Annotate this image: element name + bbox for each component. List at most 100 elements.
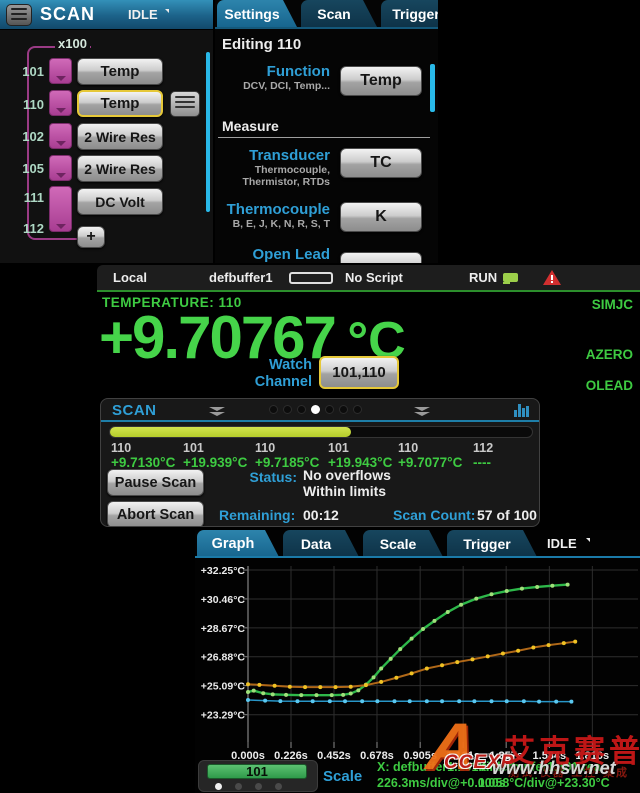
- collapse-chevron-icon[interactable]: [414, 407, 430, 415]
- channel-number: 105: [0, 161, 44, 176]
- measure-section-label: Measure: [222, 118, 279, 134]
- pause-scan-button[interactable]: Pause Scan: [107, 469, 204, 496]
- transducer-sublabel: Thermocouple, Thermistor, RTDs: [215, 164, 330, 188]
- scan-reading-cell: 112 ----: [473, 441, 493, 470]
- graph-idle-status: IDLE: [547, 536, 577, 551]
- watch-label-line2: Channel: [207, 374, 312, 391]
- channel-marker-span[interactable]: [49, 186, 72, 232]
- transducer-label: Transducer: [215, 147, 330, 164]
- channel-marker[interactable]: [49, 123, 72, 149]
- instrument-statusbar: Local defbuffer1 No Script RUN: [97, 265, 640, 290]
- run-indicator-icon: [503, 273, 518, 282]
- transducer-value-button[interactable]: TC: [340, 148, 422, 178]
- function-label-block: Function DCV, DCI, Temp...: [215, 63, 330, 92]
- thermocouple-label: Thermocouple: [215, 201, 330, 218]
- scan-reading-cell: 110 +9.7130°C: [111, 441, 175, 470]
- cell-channel: 110: [255, 441, 319, 455]
- scan-status-value: No overflows Within limits: [303, 467, 391, 499]
- menu-icon[interactable]: [6, 4, 32, 26]
- cell-value: +9.7130°C: [111, 455, 175, 470]
- svg-text:+32.25°C: +32.25°C: [201, 565, 246, 577]
- panel-a-scrollbar[interactable]: [206, 52, 210, 212]
- cell-channel: 110: [111, 441, 175, 455]
- watch-channel-button[interactable]: 101,110: [319, 356, 399, 389]
- cell-channel: 110: [398, 441, 462, 455]
- function-value-button[interactable]: Temp: [340, 66, 422, 96]
- tab-settings[interactable]: Settings: [217, 0, 297, 27]
- svg-text:+26.88°C: +26.88°C: [201, 652, 246, 664]
- transducer-label-block: Transducer Thermocouple, Thermistor, RTD…: [215, 147, 330, 188]
- cell-channel: 101: [328, 441, 392, 455]
- warning-icon[interactable]: [543, 270, 561, 285]
- run-status-label: RUN: [469, 270, 497, 285]
- channel-options-icon[interactable]: [170, 91, 200, 117]
- tab-label: Trigger: [463, 536, 510, 552]
- run-indicator-stem: [503, 282, 510, 284]
- channel-function-button[interactable]: 2 Wire Res: [77, 123, 163, 150]
- thermocouple-value-button[interactable]: K: [340, 202, 422, 232]
- thermocouple-sublabel: B, E, J, K, N, R, S, T: [215, 218, 330, 230]
- tab-label: Settings: [224, 6, 279, 22]
- channel-number: 101: [0, 64, 44, 79]
- scan-status-line1: No overflows: [303, 467, 391, 483]
- annunciator-simjc: SIMJC: [537, 297, 633, 312]
- panel-a-title: SCAN: [40, 4, 95, 25]
- abort-scan-button[interactable]: Abort Scan: [107, 501, 204, 527]
- open-lead-label: Open Lead: [215, 246, 330, 263]
- swipe-pager-dots[interactable]: [269, 405, 362, 414]
- tab-trigger[interactable]: Trigger: [381, 0, 438, 27]
- annunciator-olead: OLEAD: [537, 378, 633, 393]
- channel-function-button-selected[interactable]: Temp: [77, 90, 163, 117]
- channel-number: 111: [0, 190, 44, 205]
- add-channel-button[interactable]: +: [77, 226, 105, 248]
- remaining-value: 00:12: [303, 507, 339, 523]
- tab-label: Scale: [380, 536, 417, 552]
- svg-text:+28.67°C: +28.67°C: [201, 623, 246, 635]
- svg-text:+30.46°C: +30.46°C: [201, 594, 246, 606]
- tab-label: Scan: [317, 6, 350, 22]
- scan-subpanel-title: SCAN: [112, 402, 157, 419]
- tab-scan[interactable]: Scan: [301, 0, 377, 27]
- tab-scale[interactable]: Scale: [363, 530, 443, 557]
- trace-chip[interactable]: 101: [207, 764, 307, 779]
- watch-channel-label: Watch Channel: [207, 357, 312, 391]
- channel-marker[interactable]: [49, 90, 72, 116]
- watch-label-line1: Watch: [207, 357, 312, 374]
- function-label: Function: [215, 63, 330, 80]
- comm-mode-label: Local: [113, 270, 147, 285]
- tab-graph[interactable]: Graph: [197, 530, 279, 557]
- trace-pager-dots[interactable]: [215, 783, 282, 790]
- scan-reading-cell: 101 +19.943°C: [328, 441, 392, 470]
- svg-text:+23.29°C: +23.29°C: [201, 710, 246, 722]
- svg-text:0.452s: 0.452s: [317, 750, 351, 762]
- channel-marker[interactable]: [49, 155, 72, 181]
- scan-reading-cell: 101 +19.939°C: [183, 441, 247, 470]
- scan-status-line2: Within limits: [303, 483, 391, 499]
- watermark-url: www.hhsw.net: [492, 758, 616, 779]
- statusbar-green-rule: [97, 290, 640, 292]
- channel-marker[interactable]: [49, 58, 72, 84]
- channel-number: 102: [0, 129, 44, 144]
- composite-screenshot: SCAN IDLE x100 101 Temp 110 Temp 102 2 W…: [0, 0, 640, 793]
- tab-trigger-graph[interactable]: Trigger: [447, 530, 537, 557]
- script-status-label: No Script: [345, 270, 403, 285]
- tabbar-underline: [215, 27, 438, 29]
- panel-a-idle-status: IDLE: [128, 7, 158, 22]
- tab-label: Data: [301, 536, 331, 552]
- panel-b-scrollbar[interactable]: [430, 64, 435, 112]
- settings-panel: Settings Scan Trigger Editing 110 Functi…: [215, 0, 438, 264]
- channel-function-button[interactable]: DC Volt: [77, 188, 163, 215]
- channel-function-button[interactable]: 2 Wire Res: [77, 155, 163, 182]
- graph-shortcut-icon[interactable]: [514, 404, 532, 417]
- collapse-chevron-icon[interactable]: [209, 407, 225, 415]
- cell-value: +9.7077°C: [398, 455, 462, 470]
- watermark: A CCEXP 艾克赛普 测试·仪器·工控·集成 www.hhsw.net: [420, 712, 640, 793]
- measure-home-panel: Local defbuffer1 No Script RUN TEMPERATU…: [97, 263, 640, 530]
- scale-shortcut-label[interactable]: Scale: [323, 768, 362, 785]
- trace-chip-widget[interactable]: 101: [198, 760, 318, 792]
- cell-value: +19.939°C: [183, 455, 247, 470]
- channel-function-button[interactable]: Temp: [77, 58, 163, 85]
- channel-setup-panel: SCAN IDLE x100 101 Temp 110 Temp 102 2 W…: [0, 0, 213, 263]
- active-buffer-label: defbuffer1: [209, 270, 273, 285]
- scan-status-label: Status:: [211, 469, 297, 485]
